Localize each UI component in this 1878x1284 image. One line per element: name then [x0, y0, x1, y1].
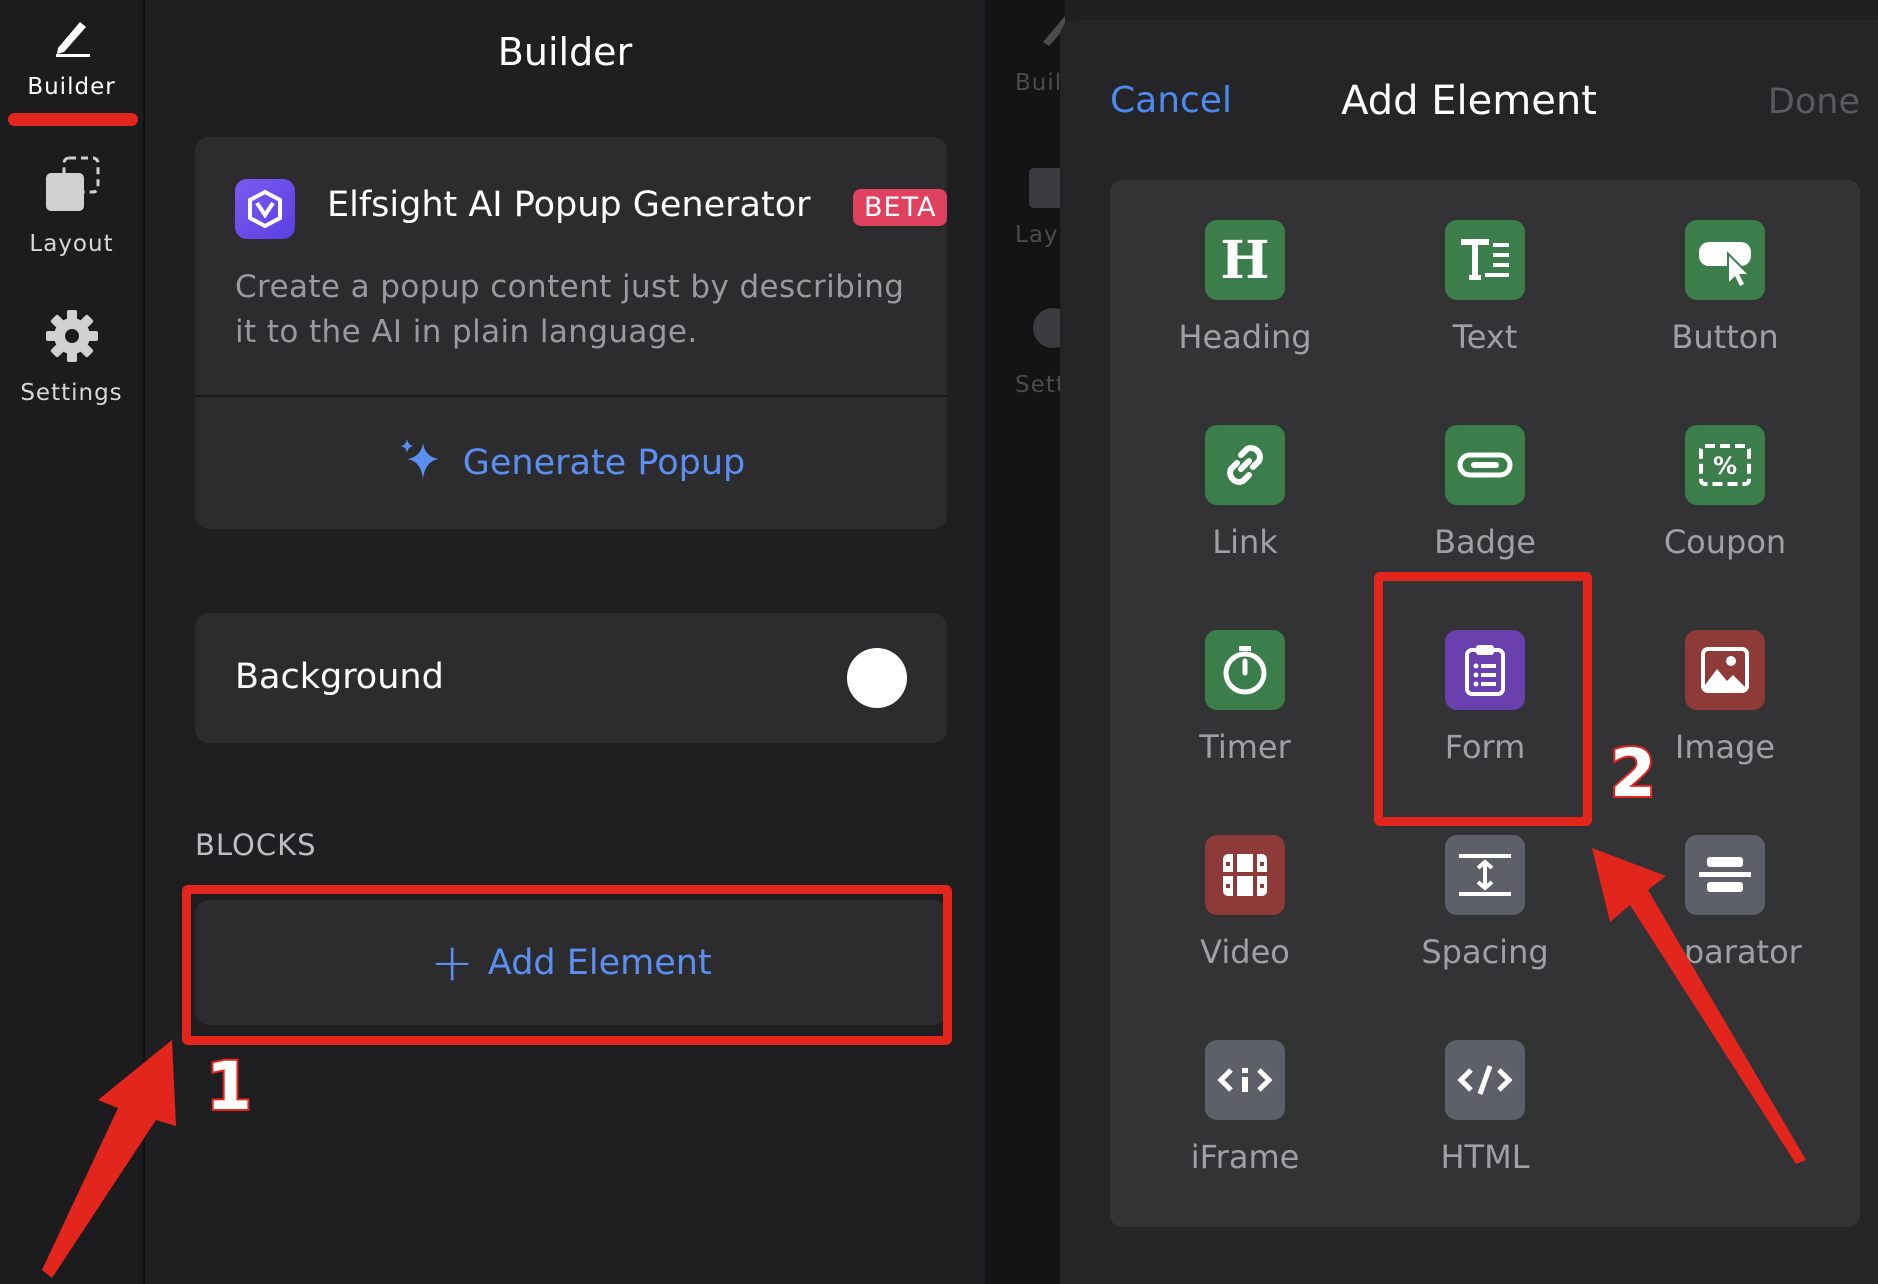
element-iframe[interactable]: iFrame [1125, 1000, 1365, 1190]
element-video[interactable]: Video [1125, 795, 1365, 985]
background-label: Background [235, 657, 444, 697]
element-button[interactable]: Button [1605, 180, 1845, 370]
background-toggle[interactable] [847, 648, 907, 708]
element-label: Button [1671, 318, 1779, 356]
generate-popup-button[interactable]: Generate Popup [195, 397, 947, 529]
background-row: Background [195, 613, 947, 743]
element-link[interactable]: Link [1125, 385, 1365, 575]
ai-generator-card: Elfsight AI Popup Generator BETA Create … [195, 137, 948, 529]
blocks-section-label: BLOCKS [195, 828, 317, 862]
ghost-settings-label: Sett [1015, 372, 1065, 398]
sparkles-icon [397, 435, 463, 492]
cancel-button[interactable]: Cancel [1110, 80, 1232, 121]
timer-icon [1205, 630, 1285, 710]
element-html[interactable]: HTML [1365, 1000, 1605, 1190]
heading-icon: H [1205, 220, 1285, 300]
add-element-button[interactable]: + Add Element [195, 900, 947, 1025]
element-label: iFrame [1190, 1138, 1300, 1176]
badge-icon [1445, 425, 1525, 505]
plus-icon: + [430, 932, 474, 993]
beta-badge: BETA [853, 189, 948, 226]
element-timer[interactable]: Timer [1125, 590, 1365, 780]
coupon-icon: % [1685, 425, 1765, 505]
element-label: Video [1200, 933, 1290, 971]
ghost-layout-label: Lay [1015, 222, 1059, 248]
ghost-builder-label: Buil [1015, 70, 1063, 96]
builder-panel: Builder Elfsight AI Popup Generator BETA… [145, 0, 985, 1284]
element-label: Badge [1434, 523, 1536, 561]
element-label: Heading [1178, 318, 1312, 356]
done-button[interactable]: Done [1768, 82, 1860, 122]
active-indicator [8, 113, 138, 126]
sidebar-item-label: Builder [27, 74, 116, 100]
elfsight-logo-icon [235, 179, 295, 239]
sidebar-item-label: Settings [20, 380, 123, 406]
ai-card-title: Elfsight AI Popup Generator [327, 185, 811, 225]
element-label: eparator [1664, 933, 1802, 971]
form-icon [1445, 630, 1525, 710]
element-label: HTML [1440, 1138, 1530, 1176]
sidebar-item-label: Layout [29, 231, 114, 257]
sidebar: Builder Layout Settings [0, 0, 145, 1284]
element-label: Timer [1199, 728, 1291, 766]
step-2-label: 2 [1608, 733, 1658, 814]
element-badge[interactable]: Badge [1365, 385, 1605, 575]
element-coupon[interactable]: % Coupon [1605, 385, 1845, 575]
svg-text:%: % [1713, 452, 1737, 480]
element-separator[interactable]: eparator [1605, 795, 1845, 985]
generate-popup-label: Generate Popup [462, 443, 746, 483]
add-element-label: Add Element [487, 942, 712, 983]
video-icon [1205, 835, 1285, 915]
step-1-label: 1 [204, 1046, 254, 1127]
iframe-icon [1205, 1040, 1285, 1120]
background-sidebar: Buil Lay Sett [985, 0, 1065, 1284]
sidebar-item-builder[interactable]: Builder [0, 14, 143, 100]
separator-icon [1685, 835, 1765, 915]
element-label: Spacing [1421, 933, 1549, 971]
element-label: Text [1452, 318, 1518, 356]
pencil-icon [0, 14, 143, 64]
image-icon [1685, 630, 1765, 710]
button-icon [1685, 220, 1765, 300]
ai-card-description: Create a popup content just by describin… [235, 269, 905, 350]
html-icon [1445, 1040, 1525, 1120]
element-text[interactable]: Text [1365, 180, 1605, 370]
spacing-icon [1445, 835, 1525, 915]
element-heading[interactable]: H Heading [1125, 180, 1365, 370]
text-icon [1445, 220, 1525, 300]
page-title: Builder [497, 30, 633, 74]
element-label: Coupon [1663, 523, 1787, 561]
element-spacing[interactable]: Spacing [1365, 795, 1605, 985]
element-form[interactable]: Form [1365, 590, 1605, 780]
link-icon [1205, 425, 1285, 505]
element-label: Form [1444, 728, 1526, 766]
add-element-modal: Cancel Add Element Done H Heading Text B… [1060, 20, 1878, 1284]
element-grid: H Heading Text Button Link Badge % Coupo… [1110, 180, 1860, 1227]
sidebar-item-settings[interactable]: Settings [0, 308, 143, 406]
element-label: Link [1212, 523, 1278, 561]
layout-icon [0, 155, 143, 221]
gear-icon [0, 308, 143, 370]
sidebar-item-layout[interactable]: Layout [0, 155, 143, 257]
